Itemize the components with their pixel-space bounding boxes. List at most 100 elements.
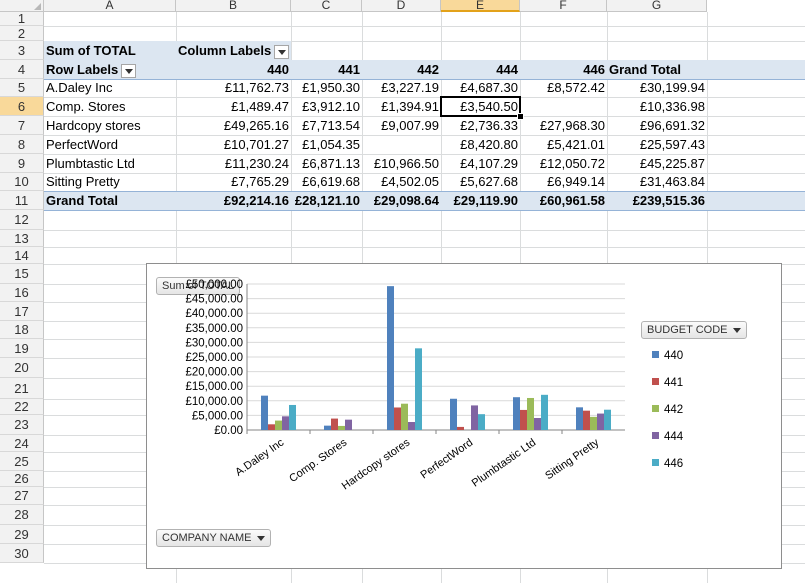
row-header-26[interactable]: 26 <box>0 471 44 487</box>
pivot-row-label[interactable]: Comp. Stores <box>44 97 176 116</box>
pivot-value-cell[interactable]: £11,230.24 <box>176 154 291 173</box>
pivot-row-label[interactable]: Sitting Pretty <box>44 173 176 191</box>
column-header-g[interactable]: G <box>607 0 707 12</box>
row-header-17[interactable]: 17 <box>0 302 44 321</box>
pivot-value-cell[interactable] <box>520 97 607 116</box>
row-labels-filter-button[interactable] <box>121 63 137 78</box>
pivot-value-cell[interactable]: £8,572.42 <box>520 79 607 97</box>
pivot-value-cell[interactable]: £31,463.84 <box>607 173 707 191</box>
pivot-value-cell[interactable]: £1,394.91 <box>362 97 441 116</box>
column-header-f[interactable]: F <box>520 0 607 12</box>
pivot-value-cell[interactable]: £1,950.30 <box>291 79 362 97</box>
grand-total-cell[interactable]: £29,119.90 <box>441 191 520 210</box>
column-header-c[interactable]: C <box>291 0 362 12</box>
row-header-3[interactable]: 3 <box>0 41 44 60</box>
row-header-30[interactable]: 30 <box>0 544 44 563</box>
pivot-value-cell[interactable]: £9,007.99 <box>362 116 441 135</box>
row-header-1[interactable]: 1 <box>0 12 44 26</box>
pivot-value-cell[interactable]: £1,489.47 <box>176 97 291 116</box>
pivot-value-cell[interactable]: £6,949.14 <box>520 173 607 191</box>
row-header-14[interactable]: 14 <box>0 247 44 264</box>
row-labels-header[interactable]: Row Labels <box>44 60 176 79</box>
pivot-row-label[interactable]: Hardcopy stores <box>44 116 176 135</box>
pivot-value-cell[interactable]: £7,713.54 <box>291 116 362 135</box>
pivot-value-cell[interactable]: £8,420.80 <box>441 135 520 154</box>
row-header-18[interactable]: 18 <box>0 321 44 339</box>
pivot-value-cell[interactable]: £45,225.87 <box>607 154 707 173</box>
pivot-value-cell[interactable]: £2,736.33 <box>441 116 520 135</box>
pivot-value-cell[interactable]: £10,701.27 <box>176 135 291 154</box>
row-header-28[interactable]: 28 <box>0 505 44 525</box>
row-header-12[interactable]: 12 <box>0 210 44 230</box>
grand-total-cell[interactable]: £60,961.58 <box>520 191 607 210</box>
pivot-value-cell[interactable]: £10,966.50 <box>362 154 441 173</box>
pivot-column-header[interactable]: 440 <box>176 60 291 79</box>
pivot-value-cell[interactable]: £5,627.68 <box>441 173 520 191</box>
pivot-value-cell[interactable]: £30,199.94 <box>607 79 707 97</box>
row-header-21[interactable]: 21 <box>0 378 44 399</box>
pivot-value-cell[interactable] <box>362 135 441 154</box>
pivot-value-cell[interactable]: £3,912.10 <box>291 97 362 116</box>
column-header-a[interactable]: A <box>44 0 176 12</box>
fill-handle[interactable] <box>517 113 524 120</box>
pivot-value-cell[interactable]: £7,765.29 <box>176 173 291 191</box>
pivot-value-cell[interactable]: £6,619.68 <box>291 173 362 191</box>
column-labels-filter-button[interactable] <box>274 44 290 59</box>
pivot-row-label[interactable]: A.Daley Inc <box>44 79 176 97</box>
pivot-value-cell[interactable]: £96,691.32 <box>607 116 707 135</box>
row-header-19[interactable]: 19 <box>0 339 44 358</box>
row-header-10[interactable]: 10 <box>0 173 44 191</box>
row-header-15[interactable]: 15 <box>0 264 44 284</box>
column-header-e[interactable]: E <box>441 0 520 12</box>
pivot-value-cell[interactable]: £10,336.98 <box>607 97 707 116</box>
row-header-20[interactable]: 20 <box>0 358 44 378</box>
row-header-2[interactable]: 2 <box>0 26 44 41</box>
row-header-5[interactable]: 5 <box>0 79 44 97</box>
pivot-column-header[interactable]: 446 <box>520 60 607 79</box>
row-header-24[interactable]: 24 <box>0 435 44 452</box>
column-header-d[interactable]: D <box>362 0 441 12</box>
active-cell-selection[interactable] <box>440 96 521 117</box>
pivot-value-cell[interactable]: £12,050.72 <box>520 154 607 173</box>
pivot-row-label[interactable]: PerfectWord <box>44 135 176 154</box>
pivot-column-header[interactable]: 441 <box>291 60 362 79</box>
legend-label: 442 <box>664 404 683 416</box>
grand-total-cell[interactable]: £28,121.10 <box>291 191 362 210</box>
column-labels-header[interactable]: Column Labels <box>176 41 291 60</box>
grand-total-cell[interactable]: £239,515.36 <box>607 191 707 210</box>
row-header-22[interactable]: 22 <box>0 399 44 415</box>
pivot-value-cell[interactable]: £49,265.16 <box>176 116 291 135</box>
row-header-27[interactable]: 27 <box>0 487 44 505</box>
pivot-chart[interactable]: Sum of TOTAL BUDGET CODE COMPANY NAME £0… <box>146 263 782 569</box>
row-header-29[interactable]: 29 <box>0 525 44 544</box>
pivot-value-cell[interactable]: £5,421.01 <box>520 135 607 154</box>
row-header-13[interactable]: 13 <box>0 230 44 247</box>
row-header-7[interactable]: 7 <box>0 116 44 135</box>
row-header-25[interactable]: 25 <box>0 452 44 471</box>
pivot-column-header[interactable]: Grand Total <box>607 60 707 79</box>
pivot-value-cell[interactable]: £4,107.29 <box>441 154 520 173</box>
pivot-value-cell[interactable]: £4,687.30 <box>441 79 520 97</box>
row-header-4[interactable]: 4 <box>0 60 44 79</box>
row-header-11[interactable]: 11 <box>0 191 44 210</box>
pivot-row-label[interactable]: Plumbtastic Ltd <box>44 154 176 173</box>
pivot-value-cell[interactable]: £25,597.43 <box>607 135 707 154</box>
row-header-6[interactable]: 6 <box>0 97 44 116</box>
pivot-measure-label[interactable]: Sum of TOTAL <box>44 41 176 60</box>
row-header-23[interactable]: 23 <box>0 415 44 435</box>
grand-total-cell[interactable]: £92,214.16 <box>176 191 291 210</box>
row-header-8[interactable]: 8 <box>0 135 44 154</box>
pivot-column-header[interactable]: 444 <box>441 60 520 79</box>
grand-total-cell[interactable]: £29,098.64 <box>362 191 441 210</box>
pivot-value-cell[interactable]: £11,762.73 <box>176 79 291 97</box>
grand-total-label[interactable]: Grand Total <box>44 191 176 210</box>
pivot-value-cell[interactable]: £3,227.19 <box>362 79 441 97</box>
pivot-value-cell[interactable]: £4,502.05 <box>362 173 441 191</box>
pivot-value-cell[interactable]: £1,054.35 <box>291 135 362 154</box>
row-header-9[interactable]: 9 <box>0 154 44 173</box>
pivot-column-header[interactable]: 442 <box>362 60 441 79</box>
pivot-value-cell[interactable]: £27,968.30 <box>520 116 607 135</box>
pivot-value-cell[interactable]: £6,871.13 <box>291 154 362 173</box>
column-header-b[interactable]: B <box>176 0 291 12</box>
row-header-16[interactable]: 16 <box>0 284 44 302</box>
